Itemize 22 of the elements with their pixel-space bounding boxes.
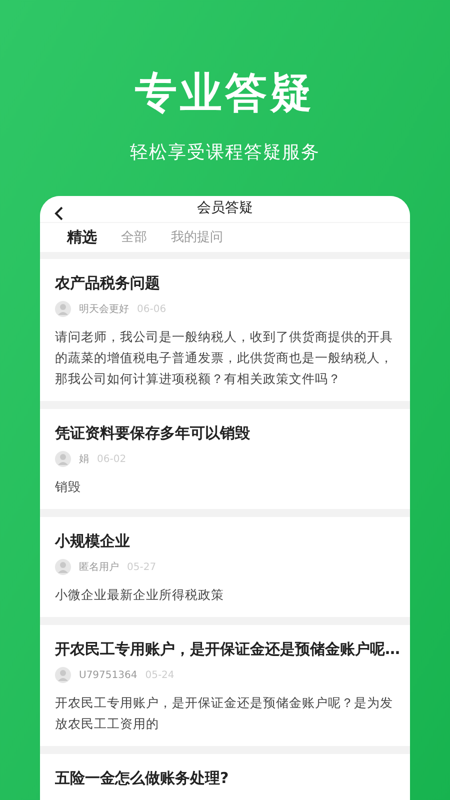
back-icon[interactable] — [54, 206, 64, 221]
avatar-icon — [55, 667, 71, 683]
user-name: 娟 — [79, 452, 89, 466]
question-title: 凭证资料要保存多年可以销毁 — [55, 423, 251, 443]
question-body: 请问老师，我公司是一般纳税人，收到了供货商提供的开具的蔬菜的增值税电子普通发票，此供货商也是一般纳税人，那我公司如何计算进项税额？有相关政策文件吗？ — [55, 328, 394, 388]
question-card[interactable]: 五险一金怎么做账务处理? — [40, 754, 410, 800]
user-name: 匿名用户 — [79, 560, 119, 574]
question-body: 小微企业最新企业所得税政策 — [55, 586, 225, 604]
user-name: 明天会更好 — [79, 302, 129, 316]
avatar-icon — [55, 451, 71, 467]
user-name: U79751364 — [79, 668, 138, 682]
question-title: 五险一金怎么做账务处理? — [55, 768, 230, 788]
question-title: 农产品税务问题 — [55, 273, 161, 293]
headline: 专业答疑 — [135, 72, 315, 114]
avatar-icon — [55, 301, 71, 317]
tab[interactable]: 精选 — [67, 226, 97, 249]
subheadline: 轻松享受课程答疑服务 — [130, 144, 320, 162]
question-body: 开农民工专用账户，是开保证金还是预储金账户呢？是为发放农民工工资用的 — [55, 694, 394, 733]
avatar-icon — [55, 559, 71, 575]
question-title: 小规模企业 — [55, 531, 131, 551]
screen-title: 会员答疑 — [197, 199, 253, 218]
question-body: 销毁 — [55, 478, 82, 496]
